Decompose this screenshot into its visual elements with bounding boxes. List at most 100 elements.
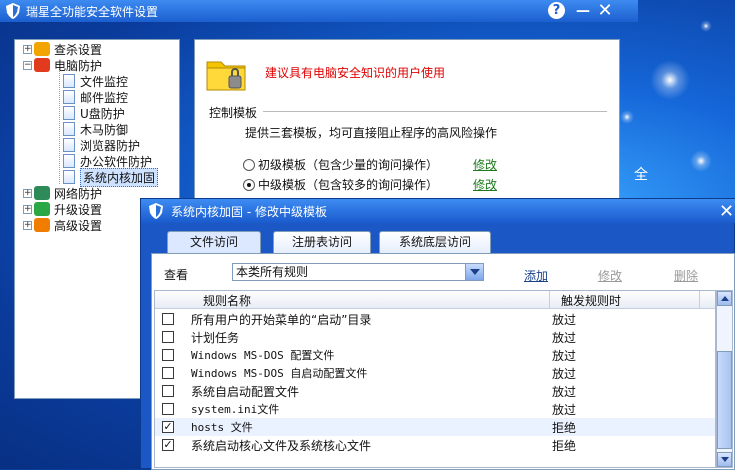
- radio-basic[interactable]: [243, 158, 255, 171]
- rule-trigger-action: 放过: [552, 349, 577, 363]
- rule-checkbox[interactable]: [162, 367, 174, 379]
- scroll-down-button[interactable]: [717, 452, 732, 467]
- radio-intermediate[interactable]: [243, 178, 255, 191]
- tree-expander-icon[interactable]: +: [23, 204, 32, 214]
- column-separator: [549, 291, 550, 309]
- scroll-up-button[interactable]: [717, 291, 732, 306]
- rule-name: hosts 文件: [191, 421, 253, 434]
- folder-lock-icon: [206, 61, 246, 91]
- tree-item-label: 升级设置: [54, 202, 103, 217]
- chevron-down-icon[interactable]: [465, 264, 483, 280]
- rule-name: 计划任务: [191, 331, 240, 345]
- column-trigger-action[interactable]: 触发规则时: [561, 292, 621, 309]
- dialog-close-button[interactable]: ✕: [719, 201, 734, 222]
- rule-checkbox[interactable]: [162, 403, 174, 415]
- rules-table-header: 规则名称 触发规则时: [155, 291, 715, 309]
- gear-icon: [34, 218, 50, 232]
- tree-item-label: 网络防护: [54, 186, 103, 201]
- tab-file-access[interactable]: 文件访问: [167, 231, 261, 253]
- section-description: 提供三套模板，均可直接阻止程序的高风险操作: [245, 126, 498, 140]
- tree-item-label: U盘防护: [80, 106, 125, 121]
- rule-name: 系统启动核心文件及系统核心文件: [191, 439, 372, 453]
- warning-text: 建议具有电脑安全知识的用户使用: [265, 66, 446, 80]
- tree-item[interactable]: + 网络防护: [23, 185, 102, 201]
- tree-item[interactable]: − 电脑防护: [23, 57, 102, 73]
- section-divider: [263, 111, 607, 112]
- modify-template-dialog: 系统内核加固 - 修改中级模板 ✕ 文件访问 注册表访问 系统底层访问 查看 本…: [140, 198, 735, 470]
- document-icon: [63, 122, 75, 136]
- table-row[interactable]: ✓ hosts 文件 拒绝: [155, 418, 715, 436]
- rule-checkbox[interactable]: [162, 385, 174, 397]
- magnifier-icon: [34, 42, 50, 56]
- tab-registry-access[interactable]: 注册表访问: [273, 231, 371, 253]
- tree-item-label: 浏览器防护: [80, 138, 141, 153]
- rule-trigger-action: 拒绝: [552, 421, 577, 435]
- tree-item[interactable]: + 升级设置: [23, 201, 102, 217]
- sparkle-decoration: [690, 150, 712, 172]
- table-row[interactable]: Windows MS-DOS 配置文件 放过: [155, 346, 715, 364]
- minimize-button[interactable]: —: [574, 2, 592, 20]
- tab-system-low-level-access[interactable]: 系统底层访问: [379, 231, 491, 253]
- tree-item[interactable]: 邮件监控: [63, 89, 128, 105]
- rule-name: 所有用户的开始菜单的“启动”目录: [191, 313, 372, 327]
- dialog-title: 系统内核加固 - 修改中级模板: [171, 204, 327, 219]
- tree-expander-icon[interactable]: +: [23, 220, 32, 230]
- table-row[interactable]: 计划任务 放过: [155, 328, 715, 346]
- tree-item[interactable]: + 高级设置: [23, 217, 102, 233]
- document-icon: [63, 170, 75, 184]
- option-basic-label: 初级模板（包含少量的询问操作）: [258, 158, 439, 172]
- rule-name: Windows MS-DOS 自启动配置文件: [191, 367, 368, 380]
- document-icon: [63, 90, 75, 104]
- delete-rule-link[interactable]: 删除: [674, 267, 698, 284]
- rising-shield-icon: [6, 3, 20, 19]
- rule-checkbox[interactable]: [162, 313, 174, 325]
- edit-rule-link[interactable]: 修改: [598, 267, 622, 284]
- document-icon: [63, 106, 75, 120]
- tree-item[interactable]: 浏览器防护: [63, 137, 140, 153]
- help-button[interactable]: ?: [548, 2, 565, 19]
- document-icon: [63, 154, 75, 168]
- sparkle-decoration: [650, 60, 690, 100]
- scroll-thumb[interactable]: [717, 351, 732, 449]
- document-icon: [63, 138, 75, 152]
- rule-name: 系统自启动配置文件: [191, 385, 300, 399]
- table-row[interactable]: Windows MS-DOS 自启动配置文件 放过: [155, 364, 715, 382]
- tree-expander-icon[interactable]: +: [23, 44, 32, 54]
- tree-item[interactable]: + 查杀设置: [23, 41, 102, 57]
- tree-expander-icon[interactable]: +: [23, 188, 32, 198]
- table-row[interactable]: 所有用户的开始菜单的“启动”目录 放过: [155, 310, 715, 328]
- add-rule-link[interactable]: 添加: [524, 267, 548, 284]
- tree-item[interactable]: 文件监控: [63, 73, 128, 89]
- rule-trigger-action: 拒绝: [552, 439, 577, 453]
- table-row[interactable]: 系统自启动配置文件 放过: [155, 382, 715, 400]
- tree-item[interactable]: 系统内核加固: [63, 167, 159, 187]
- view-label: 查看: [164, 268, 189, 282]
- section-title: 控制模板: [209, 106, 258, 120]
- table-row[interactable]: system.ini文件 放过: [155, 400, 715, 418]
- rule-checkbox[interactable]: [162, 331, 174, 343]
- rule-trigger-action: 放过: [552, 331, 577, 345]
- tree-item-label: 木马防御: [80, 122, 129, 137]
- main-title-bar: 瑞星全功能安全软件设置 ? — ✕: [0, 0, 638, 22]
- tree-item[interactable]: U盘防护: [63, 105, 125, 121]
- close-button[interactable]: ✕: [596, 2, 614, 20]
- rule-name: system.ini文件: [191, 403, 280, 416]
- rule-checkbox[interactable]: [162, 349, 174, 361]
- rule-checkbox[interactable]: ✓: [162, 421, 174, 433]
- main-window-title: 瑞星全功能安全软件设置: [26, 4, 159, 19]
- rules-scrollbar[interactable]: [716, 290, 733, 468]
- shield-computer-icon: [34, 58, 50, 72]
- table-row[interactable]: ✓ 系统启动核心文件及系统核心文件 拒绝: [155, 436, 715, 454]
- option-intermediate-template[interactable]: 中级模板（包含较多的询问操作）: [243, 176, 438, 193]
- rule-trigger-action: 放过: [552, 403, 577, 417]
- column-rule-name[interactable]: 规则名称: [203, 292, 251, 309]
- tree-expander-icon[interactable]: −: [23, 60, 32, 70]
- tree-item[interactable]: 木马防御: [63, 121, 128, 137]
- network-icon: [34, 186, 50, 200]
- modify-intermediate-link[interactable]: 修改: [473, 176, 497, 193]
- option-intermediate-label: 中级模板（包含较多的询问操作）: [258, 178, 439, 192]
- rule-checkbox[interactable]: ✓: [162, 439, 174, 451]
- rule-filter-select[interactable]: 本类所有规则: [232, 263, 484, 281]
- option-basic-template[interactable]: 初级模板（包含少量的询问操作）: [243, 156, 438, 173]
- modify-basic-link[interactable]: 修改: [473, 156, 497, 173]
